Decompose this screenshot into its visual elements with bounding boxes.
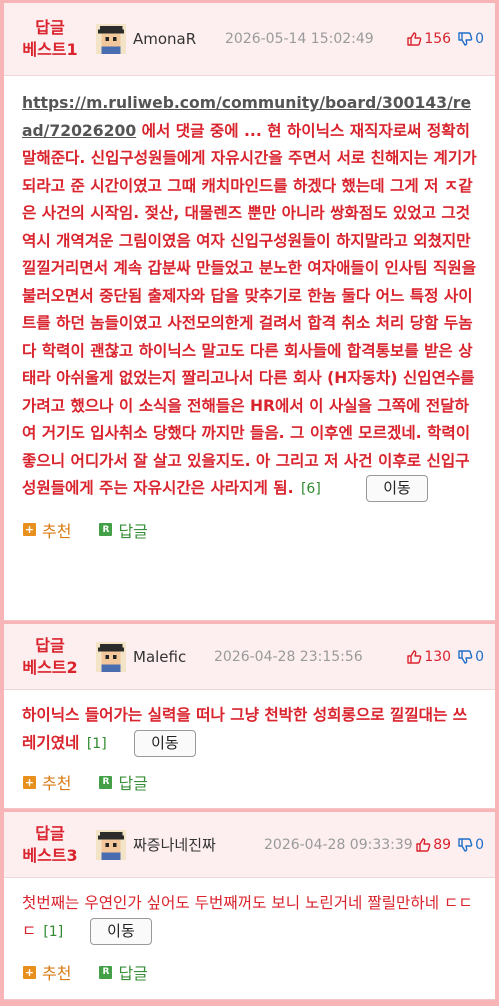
thumbs-up-icon bbox=[407, 32, 422, 46]
comment-header: 답글 베스트3 짜증나네진짜 2026-04-28 09:33:39 89 0 bbox=[4, 812, 495, 878]
thumbs-up-icon bbox=[407, 649, 422, 664]
comment-header: 답글 베스트2 Malefic 2026-04-28 23:15:56 130 … bbox=[4, 624, 495, 690]
reply-button[interactable]: R 답글 bbox=[99, 518, 148, 542]
comment-card: 답글 베스트1 AmonaR 2026-05-14 15:02:49 156 0 bbox=[4, 3, 495, 621]
user-avatar-icon[interactable] bbox=[96, 641, 126, 672]
like-count: 156 bbox=[424, 31, 452, 47]
comment-card: 답글 베스트2 Malefic 2026-04-28 23:15:56 130 … bbox=[4, 624, 495, 809]
move-button[interactable]: 이동 bbox=[366, 475, 428, 502]
vote-area: 130 0 bbox=[406, 649, 484, 665]
comment-header: 답글 베스트1 AmonaR 2026-05-14 15:02:49 156 0 bbox=[4, 3, 495, 76]
dislike-count: 0 bbox=[475, 836, 484, 853]
dislike-count: 0 bbox=[475, 31, 484, 47]
best-reply-badge: 답글 베스트2 bbox=[4, 635, 96, 679]
comment-date: 2026-04-28 23:15:56 bbox=[214, 648, 363, 665]
best-badge-line2: 베스트3 bbox=[22, 845, 78, 865]
comment-author[interactable]: AmonaR bbox=[133, 30, 196, 48]
comment-actions: + 추천 R 답글 bbox=[4, 960, 495, 984]
best-reply-badge: 답글 베스트1 bbox=[4, 17, 96, 61]
vote-area: 156 0 bbox=[406, 31, 484, 47]
thumbs-down-icon bbox=[458, 837, 473, 852]
dislike-button[interactable]: 0 bbox=[457, 837, 484, 853]
dislike-count: 0 bbox=[475, 648, 484, 665]
r-box-icon: R bbox=[99, 523, 113, 536]
like-count: 89 bbox=[433, 836, 452, 853]
comment-date: 2026-04-28 09:33:39 bbox=[264, 836, 413, 853]
best-reply-badge: 답글 베스트3 bbox=[4, 823, 96, 867]
plus-box-icon: + bbox=[23, 523, 36, 536]
reply-count: [1] bbox=[43, 923, 64, 940]
comment-card: 답글 베스트3 짜증나네진짜 2026-04-28 09:33:39 89 0 bbox=[4, 812, 495, 1000]
comment-body: https://m.ruliweb.com/community/board/30… bbox=[4, 76, 495, 504]
comment-body: 첫번째는 우연인가 싶어도 두번째꺼도 보니 노린거네 짤릴만하네 ㄷㄷㄷ [1… bbox=[4, 878, 495, 946]
comment-text: 에서 댓글 중에 ... 현 하이닉스 재직자로써 정확히 말해준다. 신입구성… bbox=[22, 121, 477, 498]
user-avatar-icon[interactable] bbox=[96, 829, 126, 860]
r-box-icon: R bbox=[99, 775, 113, 789]
thumbs-down-icon bbox=[458, 649, 473, 664]
recommend-label: 추천 bbox=[42, 964, 72, 983]
like-button[interactable]: 130 bbox=[406, 649, 451, 665]
comment-author[interactable]: Malefic bbox=[133, 648, 186, 666]
reply-label: 답글 bbox=[118, 774, 148, 793]
comment-author[interactable]: 짜증나네진짜 bbox=[133, 834, 216, 855]
reply-count: [6] bbox=[300, 481, 321, 497]
vote-area: 89 0 bbox=[415, 837, 484, 853]
thumbs-down-icon bbox=[458, 32, 473, 46]
recommend-label: 추천 bbox=[42, 774, 72, 793]
recommend-button[interactable]: + 추천 bbox=[23, 518, 71, 542]
plus-box-icon: + bbox=[23, 775, 36, 789]
move-button[interactable]: 이동 bbox=[90, 917, 152, 945]
like-button[interactable]: 156 bbox=[406, 31, 451, 47]
like-button[interactable]: 89 bbox=[415, 837, 451, 853]
recommend-label: 추천 bbox=[42, 521, 72, 541]
user-avatar-icon[interactable] bbox=[96, 24, 126, 54]
reply-label: 답글 bbox=[118, 521, 148, 541]
recommend-button[interactable]: + 추천 bbox=[23, 960, 71, 984]
plus-box-icon: + bbox=[23, 965, 36, 979]
reply-label: 답글 bbox=[118, 964, 148, 983]
best-badge-line1: 답글 bbox=[35, 635, 65, 655]
reply-button[interactable]: R 답글 bbox=[99, 960, 148, 984]
best-badge-line2: 베스트2 bbox=[22, 657, 78, 677]
move-button[interactable]: 이동 bbox=[134, 729, 196, 757]
thumbs-up-icon bbox=[416, 837, 431, 852]
comment-actions: + 추천 R 답글 bbox=[4, 518, 495, 542]
reply-count: [1] bbox=[86, 735, 107, 752]
r-box-icon: R bbox=[99, 965, 113, 979]
reply-button[interactable]: R 답글 bbox=[99, 770, 148, 794]
best-badge-line2: 베스트1 bbox=[22, 40, 78, 59]
comment-date: 2026-05-14 15:02:49 bbox=[225, 31, 374, 47]
dislike-button[interactable]: 0 bbox=[457, 31, 484, 47]
comment-actions: + 추천 R 답글 bbox=[4, 770, 495, 794]
best-badge-line1: 답글 bbox=[35, 18, 65, 37]
like-count: 130 bbox=[424, 648, 452, 665]
dislike-button[interactable]: 0 bbox=[457, 649, 484, 665]
best-badge-line1: 답글 bbox=[35, 823, 65, 843]
comment-body: 하이닉스 들어가는 실력을 떠나 그냥 천박한 성희롱으로 낄낄대는 쓰레기였네… bbox=[4, 690, 495, 758]
recommend-button[interactable]: + 추천 bbox=[23, 770, 71, 794]
